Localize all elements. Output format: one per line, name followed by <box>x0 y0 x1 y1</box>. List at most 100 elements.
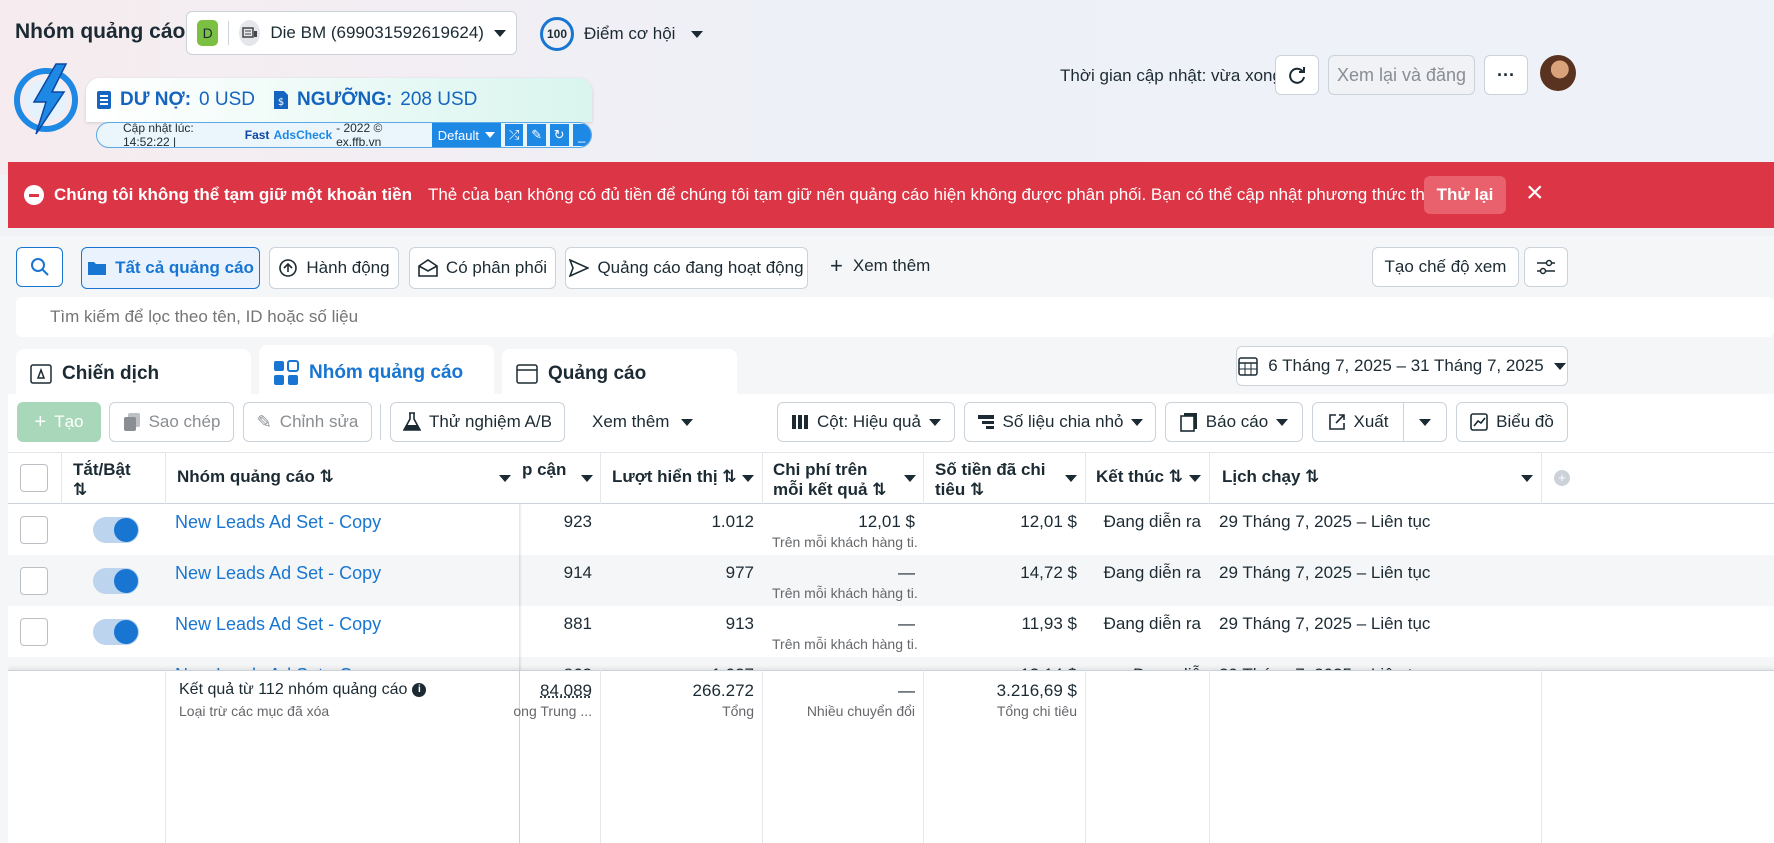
filter-see-more[interactable]: + Xem thêm <box>830 255 930 277</box>
columns-button[interactable]: Cột: Hiệu quả <box>777 402 955 442</box>
profile-select[interactable]: Default <box>431 123 501 147</box>
ab-test-button[interactable]: Thử nghiệm A/B <box>390 402 565 442</box>
refresh-button[interactable] <box>1275 55 1319 95</box>
impressions-value: 1.012 <box>711 512 754 531</box>
cpr-value: — <box>898 614 915 633</box>
chevron-down-icon[interactable] <box>1189 475 1201 482</box>
view-settings-button[interactable] <box>1524 247 1568 287</box>
chevron-down-icon[interactable] <box>581 475 593 482</box>
col-divider <box>762 670 763 843</box>
tab-ads[interactable]: Quảng cáo <box>502 349 737 399</box>
add-column-icon[interactable]: + <box>1554 470 1570 486</box>
more-options-button[interactable]: ··· <box>1484 55 1528 95</box>
opportunity-score-button[interactable]: 100 Điểm cơ hội <box>540 17 704 51</box>
search-button[interactable] <box>16 247 63 287</box>
brand-copyright: - 2022 © ex.ffb.vn <box>336 122 383 148</box>
refresh-icon[interactable]: ↻ <box>550 124 569 146</box>
chevron-down-icon <box>1131 418 1144 426</box>
retry-button[interactable]: Thử lại <box>1424 176 1506 214</box>
row-checkbox[interactable] <box>20 516 48 544</box>
tab-campaigns[interactable]: Chiến dịch <box>16 349 251 399</box>
review-publish-button[interactable]: Xem lại và đăng <box>1328 55 1475 95</box>
debt-label: DƯ NỢ: <box>120 89 192 110</box>
toolbar-more-button[interactable]: Xem thêm <box>592 412 694 432</box>
info-icon[interactable]: i <box>412 683 427 697</box>
create-view-button[interactable]: Tạo chế độ xem <box>1372 247 1519 287</box>
minimize-icon[interactable]: _ <box>572 124 591 146</box>
charts-button[interactable]: Biểu đồ <box>1456 402 1568 442</box>
col-header-name[interactable]: Nhóm quảng cáo ⇅ <box>177 467 334 487</box>
row-checkbox[interactable] <box>20 618 48 646</box>
chevron-down-icon[interactable] <box>1521 475 1533 482</box>
opportunity-label: Điểm cơ hội <box>584 24 676 43</box>
summary-reach: 84.089 <box>540 681 592 700</box>
chevron-down-icon[interactable] <box>1065 475 1077 482</box>
create-button[interactable]: + Tạo <box>17 402 101 442</box>
adscheck-status-bar: Cập nhật lúc: 14:52:22 | Fast AdsCheck -… <box>96 122 592 148</box>
adset-name-link[interactable]: New Leads Ad Set - Copy <box>175 614 381 635</box>
account-selector[interactable]: D Die BM (699031592619624) <box>186 11 517 55</box>
debt-value: 0 USD <box>199 89 255 110</box>
filter-delivery[interactable]: Có phân phối <box>409 247 556 289</box>
cpr-subtext: Trên mỗi khách hàng ti... <box>772 585 917 601</box>
adset-toggle[interactable] <box>93 619 139 645</box>
tab-adsets[interactable]: Nhóm quảng cáo <box>259 345 494 401</box>
export-button[interactable]: Xuất <box>1312 402 1404 442</box>
breakdown-button[interactable]: Số liệu chia nhỏ <box>964 402 1156 442</box>
row-checkbox[interactable] <box>20 567 48 595</box>
reach-value: 914 <box>563 563 592 582</box>
adset-name-link[interactable]: New Leads Ad Set - Copy <box>175 512 381 533</box>
mail-icon <box>418 259 438 277</box>
search-input[interactable] <box>50 307 650 327</box>
svg-text:$: $ <box>278 97 284 108</box>
col-header-impressions[interactable]: Lượt hiển thị ⇅ <box>612 467 737 487</box>
chevron-down-icon[interactable] <box>904 475 916 482</box>
date-range-picker[interactable]: 6 Tháng 7, 2025 – 31 Tháng 7, 2025 <box>1236 346 1568 386</box>
alert-title: Chúng tôi không thể tạm giữ một khoản ti… <box>54 185 412 204</box>
chevron-down-icon <box>691 30 704 38</box>
filter-active-ads[interactable]: Quảng cáo đang hoạt động <box>565 247 808 289</box>
col-header-toggle[interactable]: Tắt/Bật ⇅ <box>73 460 131 500</box>
adset-toggle[interactable] <box>93 517 139 543</box>
col-header-schedule[interactable]: Lịch chạy ⇅ <box>1222 467 1319 487</box>
col-header-cost-per-result[interactable]: Chi phí trên mỗi kết quả ⇅ <box>773 460 898 500</box>
summary-reach-sub: ong Trung ... <box>513 703 592 719</box>
col-header-reach[interactable]: p cận <box>522 460 566 480</box>
chevron-down-icon[interactable] <box>499 475 511 482</box>
col-divider <box>1209 670 1210 843</box>
impressions-value: 913 <box>725 614 754 633</box>
end-value: Đang diễn ra <box>1103 563 1201 582</box>
edit-button[interactable]: ✎ Chỉnh sửa <box>243 402 372 442</box>
reach-value: 881 <box>563 614 592 633</box>
flask-icon <box>403 412 422 432</box>
col-divider <box>165 670 166 843</box>
breakdown-icon <box>977 414 995 430</box>
col-header-end[interactable]: Kết thúc ⇅ <box>1096 467 1183 487</box>
alert-minus-icon <box>24 185 44 205</box>
filter-action[interactable]: Hành động <box>269 247 399 289</box>
brand-adscheck: AdsCheck <box>273 128 333 142</box>
edit-icon[interactable]: ✎ <box>527 124 546 146</box>
close-icon[interactable]: × <box>1526 178 1544 208</box>
summary-impressions: 266.272 <box>692 681 754 700</box>
summary-spent: 3.216,69 $ <box>996 681 1077 700</box>
search-filter-input[interactable] <box>16 297 1774 337</box>
export-dropdown-button[interactable] <box>1403 402 1447 442</box>
filter-all-ads[interactable]: Tất cả quảng cáo <box>81 247 260 289</box>
col-divider <box>1085 670 1086 843</box>
adset-toggle[interactable] <box>93 568 139 594</box>
chevron-down-icon[interactable] <box>742 475 754 482</box>
select-all-checkbox[interactable] <box>20 464 48 492</box>
campaign-icon <box>30 364 52 384</box>
report-icon <box>1179 412 1198 432</box>
col-divider <box>1541 670 1542 843</box>
copy-button[interactable]: Sao chép <box>109 402 234 442</box>
invoice-icon: $ <box>273 90 289 110</box>
reports-button[interactable]: Báo cáo <box>1165 402 1303 442</box>
sort-icon: ⇅ <box>969 480 985 499</box>
adset-name-link[interactable]: New Leads Ad Set - Copy <box>175 563 381 584</box>
col-header-amount-spent[interactable]: Số tiền đã chi tiêu ⇅ <box>935 460 1060 500</box>
plus-icon: + <box>34 410 47 433</box>
avatar[interactable] <box>1540 55 1576 91</box>
shuffle-icon[interactable]: ⤮ <box>504 124 524 146</box>
